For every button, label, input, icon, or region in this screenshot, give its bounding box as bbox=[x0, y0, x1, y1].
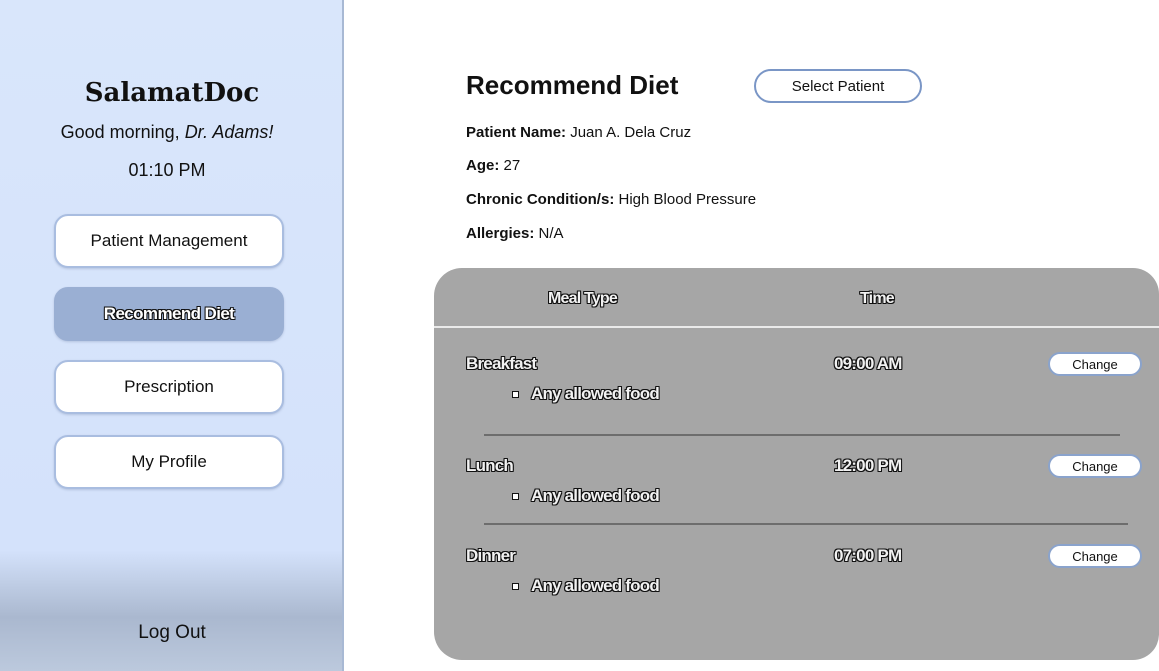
greeting-prefix: Good morning, bbox=[60, 122, 185, 142]
patient-allergies-value: N/A bbox=[538, 225, 564, 242]
meal-time: 07:00 PM bbox=[834, 546, 902, 565]
patient-condition-value: High Blood Pressure bbox=[618, 191, 757, 208]
meal-time: 12:00 PM bbox=[834, 456, 902, 475]
meal-time: 09:00 AM bbox=[834, 354, 902, 373]
greeting: Good morning, Dr. Adams! bbox=[0, 122, 334, 143]
row-divider bbox=[484, 434, 1120, 436]
row-divider bbox=[484, 523, 1128, 525]
column-header-meal-type: Meal Type bbox=[548, 290, 618, 307]
patient-allergies-line: Allergies: N/A bbox=[466, 225, 564, 242]
meal-name: Breakfast bbox=[466, 354, 537, 373]
greeting-doctor-name: Dr. Adams! bbox=[184, 122, 274, 142]
nav-prescription[interactable]: Prescription bbox=[54, 360, 284, 414]
meal-food-item: Any allowed food bbox=[512, 384, 660, 404]
patient-name-value: Juan A. Dela Cruz bbox=[570, 124, 692, 141]
nav-patient-management[interactable]: Patient Management bbox=[54, 214, 284, 268]
sidebar: SalamatDoc Good morning, Dr. Adams! 01:1… bbox=[0, 0, 344, 671]
change-breakfast-button[interactable]: Change bbox=[1048, 352, 1142, 376]
patient-age-value: 27 bbox=[503, 157, 521, 174]
select-patient-button[interactable]: Select Patient bbox=[754, 69, 922, 103]
patient-age-line: Age: 27 bbox=[466, 157, 520, 174]
meal-food-text: Any allowed food bbox=[531, 486, 660, 505]
meal-name: Dinner bbox=[466, 546, 516, 565]
bullet-icon bbox=[512, 492, 519, 500]
app-brand: SalamatDoc bbox=[84, 78, 260, 108]
patient-condition-line: Chronic Condition/s: High Blood Pressure bbox=[466, 191, 756, 208]
meal-row-dinner: Dinner 07:00 PM Change Any allowed food bbox=[434, 544, 1159, 616]
meal-food-item: Any allowed food bbox=[512, 486, 660, 506]
meal-row-lunch: Lunch 12:00 PM Change Any allowed food bbox=[434, 454, 1159, 526]
header-divider bbox=[434, 326, 1159, 328]
meal-row-breakfast: Breakfast 09:00 AM Change Any allowed fo… bbox=[434, 352, 1159, 424]
meal-food-text: Any allowed food bbox=[531, 576, 660, 595]
meal-food-text: Any allowed food bbox=[531, 384, 660, 403]
patient-name-label: Patient Name: bbox=[466, 124, 567, 141]
change-dinner-button[interactable]: Change bbox=[1048, 544, 1142, 568]
column-header-time: Time bbox=[860, 290, 895, 307]
nav-my-profile[interactable]: My Profile bbox=[54, 435, 284, 489]
bullet-icon bbox=[512, 582, 519, 590]
change-lunch-button[interactable]: Change bbox=[1048, 454, 1142, 478]
patient-condition-label: Chronic Condition/s: bbox=[466, 191, 615, 208]
meal-schedule-table: Meal Type Time Breakfast 09:00 AM Change… bbox=[434, 268, 1159, 660]
patient-age-label: Age: bbox=[466, 157, 500, 174]
logout-button[interactable]: Log Out bbox=[0, 622, 344, 644]
nav-recommend-diet[interactable]: Recommend Diet bbox=[54, 287, 284, 341]
bullet-icon bbox=[512, 390, 519, 398]
current-time: 01:10 PM bbox=[128, 160, 206, 180]
patient-allergies-label: Allergies: bbox=[466, 225, 535, 242]
patient-name-line: Patient Name: Juan A. Dela Cruz bbox=[466, 124, 691, 141]
meal-food-item: Any allowed food bbox=[512, 576, 660, 596]
meal-name: Lunch bbox=[466, 456, 514, 475]
page-title: Recommend Diet bbox=[466, 70, 679, 100]
